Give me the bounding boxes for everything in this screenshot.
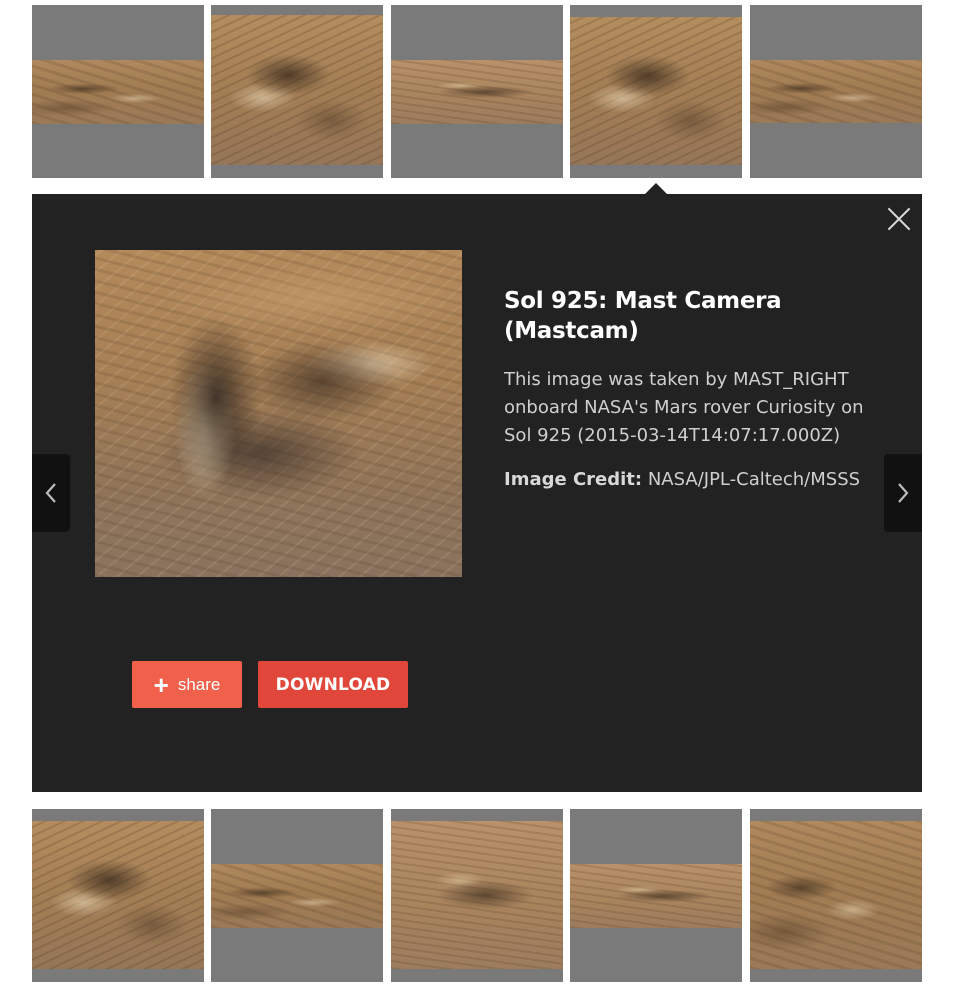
thumbnail-4-selected[interactable] xyxy=(570,5,742,178)
selected-thumbnail-pointer xyxy=(645,183,667,194)
image-credit-value: NASA/JPL-Caltech/MSSS xyxy=(642,469,861,490)
main-mars-image xyxy=(95,250,462,577)
thumbnail-2[interactable] xyxy=(211,5,383,178)
mars-rock-closeup-thumbnail xyxy=(211,15,383,165)
image-description: This image was taken by MAST_RIGHT onboa… xyxy=(504,369,864,446)
download-button[interactable]: DOWNLOAD xyxy=(258,661,408,708)
next-image-button[interactable] xyxy=(884,454,922,532)
image-info: Sol 925: Mast Camera (Mastcam) This imag… xyxy=(504,286,864,494)
image-detail-panel: Sol 925: Mast Camera (Mastcam) This imag… xyxy=(32,194,922,792)
image-credit-label: Image Credit: xyxy=(504,469,643,490)
thumbnail-row-bottom xyxy=(32,809,922,982)
thumbnail-8[interactable] xyxy=(391,809,563,982)
mars-rock-closeup-thumbnail xyxy=(32,821,204,969)
plus-icon: + xyxy=(153,669,169,700)
thumbnail-6[interactable] xyxy=(32,809,204,982)
thumbnail-7[interactable] xyxy=(211,809,383,982)
mars-landscape-thumbnail xyxy=(750,60,922,123)
previous-image-button[interactable] xyxy=(32,454,70,532)
thumbnail-5[interactable] xyxy=(750,5,922,178)
mars-landscape-thumbnail xyxy=(32,60,204,124)
share-label: share xyxy=(177,674,221,694)
thumbnail-3[interactable] xyxy=(391,5,563,178)
thumbnail-1[interactable] xyxy=(32,5,204,178)
close-icon[interactable] xyxy=(886,206,912,232)
thumbnail-row-top xyxy=(32,5,922,178)
image-title: Sol 925: Mast Camera (Mastcam) xyxy=(504,288,782,344)
mars-rock-closeup-thumbnail xyxy=(750,821,922,969)
image-credit: Image Credit: NASA/JPL-Caltech/MSSS xyxy=(504,466,864,494)
mars-rock-closeup-thumbnail xyxy=(570,17,742,165)
mars-landscape-thumbnail xyxy=(391,60,563,124)
thumbnail-9[interactable] xyxy=(570,809,742,982)
thumbnail-10[interactable] xyxy=(750,809,922,982)
share-button[interactable]: + share xyxy=(132,661,242,708)
chevron-left-icon xyxy=(45,483,56,503)
mars-rock-closeup-thumbnail xyxy=(391,821,563,969)
mars-landscape-thumbnail xyxy=(211,864,383,928)
mars-landscape-thumbnail xyxy=(570,864,742,928)
chevron-right-icon xyxy=(898,483,909,503)
